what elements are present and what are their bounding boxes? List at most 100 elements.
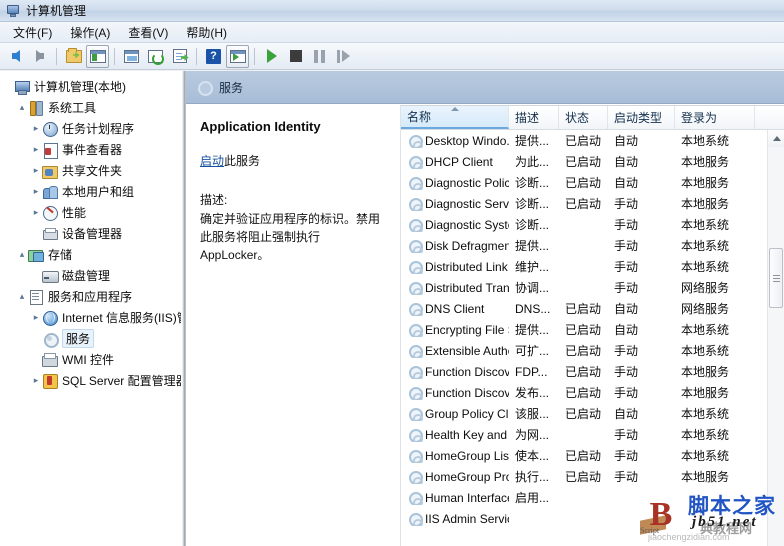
scrollbar-thumb[interactable] — [769, 248, 783, 308]
cell-text: Distributed Tran... — [425, 280, 509, 295]
table-row[interactable]: Distributed Tran... 协调... 手动 网络服务 — [401, 277, 767, 298]
show-tree-icon[interactable] — [86, 44, 109, 68]
help-icon[interactable]: ? — [202, 45, 225, 68]
start-service-link[interactable]: 启动 — [200, 154, 224, 168]
cell-desc: 提供... — [515, 134, 550, 148]
tree-node-3[interactable]: ▸ 任务计划程序 — [0, 118, 181, 139]
services-panes: Application Identity 启动此服务 描述: 确定并验证应用程序… — [186, 105, 784, 546]
table-row[interactable]: DHCP Client 为此... 已启动 自动 本地服务 — [401, 151, 767, 172]
tree-node-11[interactable]: ▴ 服务和应用程序 — [0, 286, 181, 307]
table-row[interactable]: Disk Defragmen... 提供... 手动 本地系统 — [401, 235, 767, 256]
service-gear-icon — [407, 301, 423, 316]
column-header-label: 描述 — [515, 111, 540, 125]
up-folder-icon[interactable] — [62, 45, 85, 68]
help-icon-glyph: ? — [206, 48, 221, 64]
expander-icon[interactable]: ▴ — [16, 292, 28, 301]
services-list-body[interactable]: Desktop Windo... 提供... 已启动 自动 本地系统 DHCP Clien… — [401, 130, 767, 546]
table-row[interactable]: Group Policy Cli... 该服... 已启动自动 本地系统 — [401, 403, 767, 424]
table-row[interactable]: Encrypting File S... 提供... 已启动自动 本地系统 — [401, 319, 767, 340]
start-service-icon[interactable] — [260, 45, 283, 68]
service-gear-icon — [407, 406, 423, 421]
column-header-3[interactable]: 状态 — [559, 106, 608, 129]
table-row[interactable]: Desktop Windo... 提供... 已启动 自动 本地系统 — [401, 130, 767, 151]
expander-icon[interactable]: ▸ — [30, 208, 42, 217]
menu-item-1[interactable]: 文件(F) — [4, 22, 61, 43]
expander-icon[interactable]: ▸ — [30, 313, 42, 322]
table-row[interactable]: Human Interface... 启用... — [401, 487, 767, 508]
menu-item-2[interactable]: 操作(A) — [61, 22, 119, 43]
cell-text: Human Interface... — [425, 490, 509, 505]
table-row[interactable]: Diagnostic Servi... 诊断... 已启动手动 本地服务 — [401, 193, 767, 214]
menu-item-3[interactable]: 查看(V) — [119, 22, 177, 43]
restart-service-icon[interactable] — [332, 45, 355, 68]
tree-node-10[interactable]: 磁盘管理 — [0, 265, 181, 286]
refresh-icon[interactable] — [144, 45, 167, 68]
services-list-pane[interactable]: 名称 描述 状态 启动类型 登录为 Desktop Windo... 提供... 已启动 自动… — [400, 105, 784, 546]
menu-item-4[interactable]: 帮助(H) — [177, 22, 236, 43]
service-detail-pane: Application Identity 启动此服务 描述: 确定并验证应用程序… — [186, 105, 400, 546]
cell-text: HomeGroup Pro... — [425, 469, 509, 484]
tree-node-5[interactable]: ▸ 共享文件夹 — [0, 160, 181, 181]
column-header-5[interactable]: 登录为 — [675, 106, 755, 129]
tree-node-15[interactable]: ▸ SQL Server 配置管理器 — [0, 370, 181, 391]
cell-status: 已启动 — [565, 449, 602, 463]
tree-node-8[interactable]: 设备管理器 — [0, 223, 181, 244]
service-gear-icon — [407, 469, 423, 484]
properties-icon[interactable] — [120, 45, 143, 68]
table-row[interactable]: Diagnostic Syste... 诊断... 手动 本地系统 — [401, 214, 767, 235]
expander-icon[interactable]: ▴ — [16, 103, 28, 112]
show-tree-icon-glyph — [89, 49, 106, 63]
service-gear-icon — [407, 322, 423, 337]
service-gear-icon — [407, 448, 423, 463]
table-row[interactable]: Extensible Authe... 可扩... 已启动手动 本地系统 — [401, 340, 767, 361]
cell-logon: 网络服务 — [681, 302, 730, 316]
tree-node-7[interactable]: ▸ 性能 — [0, 202, 181, 223]
show-action-pane-icon[interactable] — [226, 44, 249, 68]
table-row[interactable]: Distributed Link ... 维护... 手动 本地系统 — [401, 256, 767, 277]
tree-node-4[interactable]: ▸ 事件查看器 — [0, 139, 181, 160]
table-row[interactable]: Function Discove... FDP... 已启动手动 本地服务 — [401, 361, 767, 382]
back-arrow-icon[interactable] — [4, 45, 27, 68]
cell-desc: 发布... — [515, 386, 550, 400]
column-header-2[interactable]: 描述 — [509, 106, 559, 129]
scroll-up-arrow-icon[interactable] — [768, 130, 784, 147]
table-row[interactable]: DNS Client DNS... 已启动 自动 网络服务 — [401, 298, 767, 319]
forward-arrow-icon[interactable] — [28, 45, 51, 68]
table-row[interactable]: Health Key and ... 为网... 手动 本地系统 — [401, 424, 767, 445]
back-arrow-icon-glyph — [11, 50, 20, 62]
users-icon — [42, 184, 58, 200]
column-header-1[interactable]: 名称 — [401, 106, 509, 129]
tree-node-2[interactable]: ▴ 系统工具 — [0, 97, 181, 118]
cell-desc: 执行... — [515, 470, 550, 484]
expander-icon[interactable]: ▸ — [30, 187, 42, 196]
column-header-4[interactable]: 启动类型 — [608, 106, 675, 129]
tree-node-6[interactable]: ▸ 本地用户和组 — [0, 181, 181, 202]
tree-node-label: 设备管理器 — [62, 227, 123, 241]
show-action-pane-icon-glyph — [229, 49, 246, 63]
expander-icon[interactable]: ▸ — [30, 376, 42, 385]
stop-service-icon[interactable] — [284, 45, 307, 68]
tree-node-9[interactable]: ▴ 存储 — [0, 244, 181, 265]
pause-service-icon[interactable] — [308, 45, 331, 68]
table-row[interactable]: Function Discove... 发布... 已启动手动 本地服务 — [401, 382, 767, 403]
table-row[interactable]: HomeGroup List... 使本... 已启动手动 本地系统 — [401, 445, 767, 466]
console-tree-pane[interactable]: 计算机管理(本地) ▴ 系统工具 ▸ 任务计划程序 ▸ 事件查看器 ▸ 共享文件夹 ▸ 本地用户和组… — [0, 71, 182, 546]
tools-icon — [28, 100, 44, 116]
tree-node-label: 事件查看器 — [62, 143, 123, 157]
expander-icon[interactable]: ▴ — [16, 250, 28, 259]
expander-icon[interactable]: ▸ — [30, 145, 42, 154]
export-list-icon[interactable] — [168, 45, 191, 68]
cell-logon: 本地服务 — [681, 176, 730, 190]
expander-icon[interactable]: ▸ — [30, 124, 42, 133]
list-vertical-scrollbar[interactable] — [767, 130, 784, 546]
service-gear-icon — [407, 490, 423, 505]
tree-node-1[interactable]: 计算机管理(本地) — [0, 76, 181, 97]
table-row[interactable]: Diagnostic Polic... 诊断... 已启动自动 本地服务 — [401, 172, 767, 193]
tree-node-14[interactable]: WMI 控件 — [0, 349, 181, 370]
tree-node-13[interactable]: 服务 — [0, 328, 181, 349]
cell-logon: 本地系统 — [681, 239, 730, 253]
table-row[interactable]: IIS Admin Service — [401, 508, 767, 529]
expander-icon[interactable]: ▸ — [30, 166, 42, 175]
table-row[interactable]: HomeGroup Pro... 执行... 已启动手动 本地服务 — [401, 466, 767, 487]
tree-node-12[interactable]: ▸ Internet 信息服务(IIS)管 — [0, 307, 181, 328]
